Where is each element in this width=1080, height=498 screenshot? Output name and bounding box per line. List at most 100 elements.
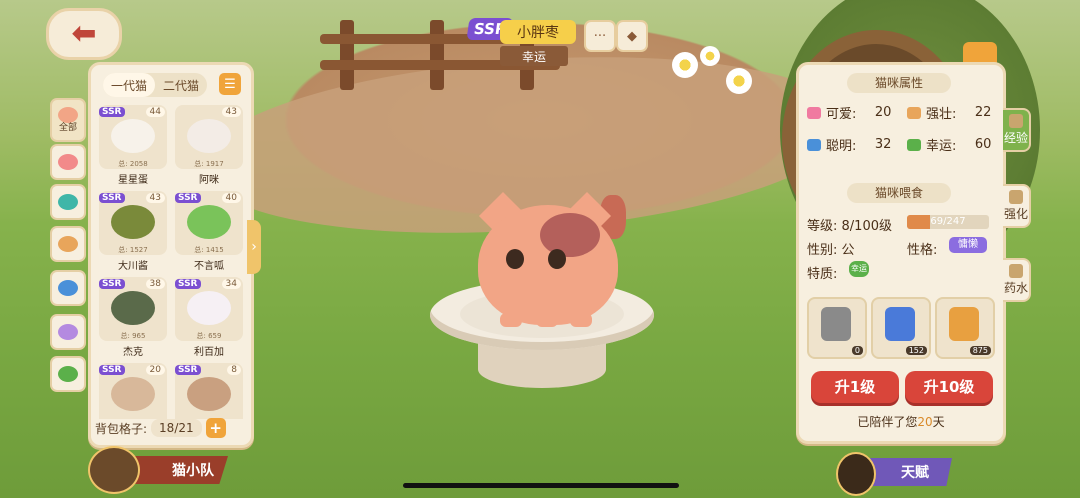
personality-label: 性格: [907, 243, 938, 258]
expand-panel-button[interactable]: › [247, 220, 261, 274]
shirt-icon [58, 280, 78, 296]
fish-food-bag-icon [885, 307, 915, 341]
flower-icon [672, 52, 698, 78]
rarity-badge: SSR [175, 279, 201, 289]
purple-cat-icon [58, 324, 78, 340]
cat-portrait [111, 205, 155, 239]
tab-second-gen[interactable]: 二代猫 [155, 73, 207, 97]
attributes-title: 猫咪属性 [847, 73, 951, 93]
cat-portrait [187, 291, 231, 325]
category-luck[interactable] [50, 356, 86, 392]
food-item-fish-bag[interactable]: 152 [871, 297, 931, 359]
cat-power: 总: 1917 [194, 160, 224, 168]
clover-icon [58, 366, 78, 382]
category-toys[interactable] [50, 144, 86, 180]
enhance-icon [1009, 190, 1023, 204]
cat-level: 20 [145, 365, 165, 375]
cat-level: 38 [145, 279, 165, 289]
cat-portrait [187, 377, 231, 411]
gender-row: 性别: 公 [807, 243, 855, 258]
cat-power: 总: 659 [196, 332, 222, 340]
cat-card[interactable]: SSR 8 [173, 363, 245, 419]
chat-bubble-icon[interactable]: ··· [584, 20, 616, 52]
cat-power: 总: 965 [120, 332, 146, 340]
food-can-icon [821, 307, 851, 341]
cat-portrait [187, 119, 231, 153]
drumstick-icon [58, 236, 78, 252]
tab-potion[interactable]: 药水 [1003, 258, 1031, 302]
cat-name[interactable]: 小胖枣 [500, 20, 576, 44]
yarn-ball-icon [58, 194, 78, 210]
cat-card[interactable]: SSR 34 总: 659 利百加 [173, 277, 245, 361]
cat-level: 43 [145, 193, 165, 203]
attr-cute: 可爱: 20 [807, 103, 891, 122]
cat-detail-panel: 猫咪属性 可爱: 20 强壮: 22 聪明: 32 幸运: 60 猫咪喂食 等级: 8/… [796, 62, 1006, 444]
bag-capacity: 背包格子: 18/21 + [95, 417, 245, 439]
rarity-badge: SSR [175, 193, 201, 203]
cat-card[interactable]: SSR 40 总: 1415 不言呱 [173, 191, 245, 275]
level-value: 8/100级 [841, 219, 892, 234]
cat-card[interactable]: SSR 44 总: 2058 星星蛋 [97, 105, 169, 189]
premium-food-bag-icon [949, 307, 979, 341]
cat-level: 34 [221, 279, 241, 289]
rarity-badge: SSR [99, 107, 125, 117]
cat-card[interactable]: SSR 20 [97, 363, 169, 419]
category-yarn[interactable] [50, 184, 86, 220]
cat-tag: 幸运 [500, 46, 568, 66]
cat-name: 阿咪 [199, 175, 219, 186]
cat-name: 杰克 [123, 347, 143, 358]
category-clothes[interactable] [50, 270, 86, 306]
xp-progress-bar: 69/247 [907, 215, 989, 229]
add-bag-button[interactable]: + [205, 418, 226, 438]
cat-level: 43 [221, 107, 241, 117]
upgrade-1-button[interactable]: 升1级 [811, 371, 899, 403]
list-icon[interactable]: ☰ [219, 73, 241, 95]
badge-icon[interactable]: ◆ [616, 20, 648, 52]
candy-icon [807, 106, 821, 119]
talent-keyhole-icon[interactable] [836, 452, 876, 496]
back-button[interactable]: ⬅ [46, 8, 122, 60]
trait-badge[interactable]: 幸运 [849, 261, 869, 277]
tab-experience[interactable]: 经验 [1003, 108, 1031, 152]
food-item-premium-bag[interactable]: 875 [935, 297, 995, 359]
exp-book-icon [1009, 114, 1023, 128]
category-food[interactable] [50, 226, 86, 262]
flower-icon [700, 46, 720, 66]
attr-luck: 幸运: 60 [907, 135, 991, 154]
flower-icon [726, 68, 752, 94]
upgrade-10-button[interactable]: 升10级 [905, 371, 993, 403]
back-arrow-icon: ⬅ [71, 16, 97, 51]
tab-first-gen[interactable]: 一代猫 [103, 73, 156, 97]
drumstick-icon [907, 106, 921, 119]
cat-portrait [111, 119, 155, 153]
clover-icon [907, 138, 921, 151]
cat-card[interactable]: SSR 38 总: 965 杰克 [97, 277, 169, 361]
food-item-can[interactable]: 0 [807, 297, 867, 359]
attr-strong: 强壮: 22 [907, 103, 991, 122]
attr-smart: 聪明: 32 [807, 135, 891, 154]
cat-card[interactable]: SSR 43 总: 1527 大川酱 [97, 191, 169, 275]
cat-name: 不言呱 [194, 261, 224, 272]
shirt-icon [807, 138, 821, 151]
cat-portrait [187, 205, 231, 239]
squad-cat-icon[interactable] [88, 446, 140, 494]
rarity-badge: SSR [175, 365, 201, 375]
cat-name: 利百加 [194, 347, 224, 358]
category-cats[interactable] [50, 314, 86, 350]
accompany-text: 已陪伴了您20天 [857, 415, 945, 429]
rarity-badge: SSR [99, 365, 125, 375]
cat-card[interactable]: 43 总: 1917 阿咪 [173, 105, 245, 189]
cat-power: 总: 2058 [118, 160, 148, 168]
category-all[interactable]: 全部 [50, 98, 86, 142]
trait-label: 特质: [807, 267, 838, 282]
cat-inventory-panel: 一代猫 二代猫 ☰ SSR 44 总: 2058 星星蛋 43 总: 1917 阿咪 SSR 4… [88, 62, 254, 448]
xp-text: 69/247 [930, 216, 966, 227]
tab-enhance[interactable]: 强化 [1003, 184, 1031, 228]
feeding-title: 猫咪喂食 [847, 183, 951, 203]
home-indicator[interactable] [403, 483, 679, 488]
cat-character[interactable] [460, 191, 626, 335]
rarity-badge: SSR [99, 193, 125, 203]
rarity-badge: SSR [99, 279, 125, 289]
level-row: 等级: 8/100级 [807, 219, 892, 234]
cat-level: 44 [145, 107, 165, 117]
